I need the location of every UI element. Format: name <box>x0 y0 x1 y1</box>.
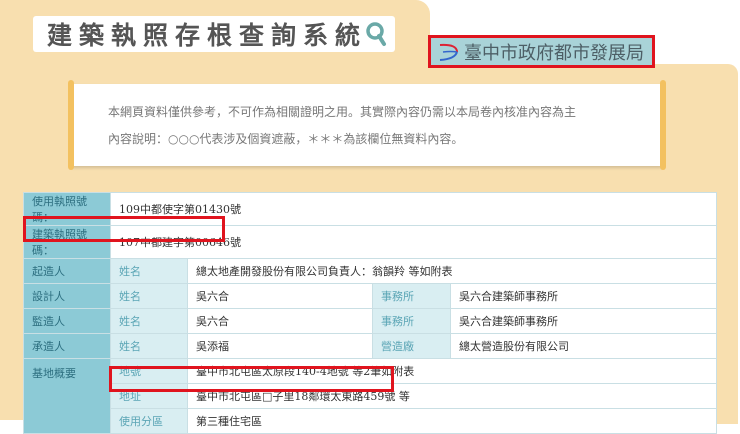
table-row: 地址 臺中市北屯區□子里18鄰環太東路459號 等 <box>24 383 717 409</box>
org-logo-link[interactable]: 臺中市政府都市發展局 <box>428 35 655 68</box>
supervisor-name: 吳六合 <box>187 308 373 334</box>
table-row: 基地概要 地號 臺中市北屯區太原段140-4地號 等2筆如附表 <box>23 358 717 434</box>
office-label: 事務所 <box>372 308 451 334</box>
office-label: 事務所 <box>372 283 451 309</box>
designer-name: 吳六合 <box>187 283 373 309</box>
search-icon <box>366 22 387 46</box>
supervisor-label: 監造人 <box>23 308 111 334</box>
name-label: 姓名 <box>110 283 188 309</box>
table-row: 建築執照號碼： 107中都建字第00646號 <box>23 225 717 259</box>
use-permit-label: 使用執照號碼： <box>23 192 111 226</box>
title-text: 建築執照存根查詢系統 <box>47 21 368 50</box>
name-label: 姓名 <box>110 258 188 284</box>
name-label: 姓名 <box>110 308 188 334</box>
contractor-company: 總太營造股份有限公司 <box>450 333 717 359</box>
table-row: 承造人 姓名 吳添福 營造廠 總太營造股份有限公司 <box>23 333 717 359</box>
table-row: 設計人 姓名 吳六合 事務所 吳六合建築師事務所 <box>23 283 717 309</box>
company-label: 營造廠 <box>372 333 451 359</box>
address-label: 地址 <box>110 383 188 409</box>
table-row: 使用分區 第三種住宅區 <box>24 408 717 434</box>
address-value: 臺中市北屯區□子里18鄰環太東路459號 等 <box>187 383 717 409</box>
site-label: 基地概要 <box>23 358 111 434</box>
table-row: 起造人 姓名 總太地產開發股份有限公司負責人：翁韻羚 等如附表 <box>23 258 717 284</box>
zone-value: 第三種住宅區 <box>187 408 717 434</box>
taichung-logo-icon <box>439 43 458 61</box>
lot-value: 臺中市北屯區太原段140-4地號 等2筆如附表 <box>187 358 717 384</box>
contractor-name: 吳添福 <box>187 333 373 359</box>
supervisor-office: 吳六合建築師事務所 <box>450 308 717 334</box>
build-permit-label: 建築執照號碼： <box>23 225 111 259</box>
notice-card: 本網頁資料僅供參考，不可作為相關證明之用。其實際內容仍需以本局卷內核准內容為主 … <box>68 80 666 170</box>
contractor-label: 承造人 <box>23 333 111 359</box>
build-permit-value: 107中都建字第00646號 <box>110 225 717 259</box>
designer-label: 設計人 <box>23 283 111 309</box>
table-row: 使用執照號碼： 109中都使字第01430號 <box>23 192 717 226</box>
use-permit-value: 109中都使字第01430號 <box>110 192 717 226</box>
permit-table: 使用執照號碼： 109中都使字第01430號 建築執照號碼： 107中都建字第006… <box>23 192 717 434</box>
applicant-name: 總太地產開發股份有限公司負責人：翁韻羚 等如附表 <box>187 258 717 284</box>
zone-label: 使用分區 <box>110 408 188 434</box>
org-name: 臺中市政府都市發展局 <box>464 42 644 64</box>
notice-line-2: 內容說明：○○○代表涉及個資遮蔽，＊＊＊為該欄位無資料內容。 <box>108 132 464 146</box>
table-row: 監造人 姓名 吳六合 事務所 吳六合建築師事務所 <box>23 308 717 334</box>
name-label: 姓名 <box>110 333 188 359</box>
notice-line-1: 本網頁資料僅供參考，不可作為相關證明之用。其實際內容仍需以本局卷內核准內容為主 <box>108 105 577 119</box>
system-title[interactable]: 建築執照存根查詢系統 <box>33 16 395 52</box>
applicant-label: 起造人 <box>23 258 111 284</box>
designer-office: 吳六合建築師事務所 <box>450 283 717 309</box>
lot-label: 地號 <box>110 358 188 384</box>
